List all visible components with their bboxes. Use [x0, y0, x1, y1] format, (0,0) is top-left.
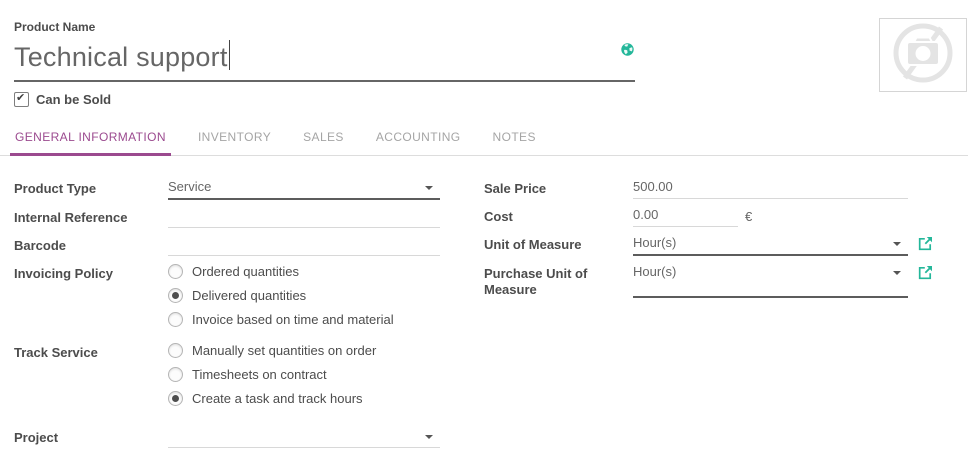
product-name-label: Product Name [14, 20, 968, 34]
external-link-icon[interactable] [918, 236, 933, 251]
unit-of-measure-select[interactable]: Hour(s) [633, 235, 908, 256]
radio-button[interactable] [168, 391, 183, 406]
unit-of-measure-row: Unit of Measure Hour(s) [484, 235, 950, 256]
barcode-input[interactable] [168, 236, 440, 256]
radio-label: Manually set quantities on order [192, 344, 376, 358]
product-form-page: Product Name Technical support Can be So… [0, 0, 968, 463]
tab-general-information[interactable]: GENERAL INFORMATION [10, 121, 171, 156]
radio-label: Create a task and track hours [192, 392, 363, 406]
sale-price-label: Sale Price [484, 179, 633, 199]
external-link-icon[interactable] [918, 265, 933, 280]
radio-button[interactable] [168, 312, 183, 327]
notebook-tabs: GENERAL INFORMATION INVENTORY SALES ACCO… [0, 121, 968, 156]
radio-option-timesheets-on-contract[interactable]: Timesheets on contract [168, 367, 440, 382]
purchase-unit-of-measure-row: Purchase Unit of Measure Hour(s) [484, 264, 950, 298]
barcode-label: Barcode [14, 236, 168, 256]
radio-option-invoice-time-material[interactable]: Invoice based on time and material [168, 312, 440, 327]
project-label: Project [14, 428, 168, 448]
radio-label: Invoice based on time and material [192, 313, 394, 327]
tab-inventory[interactable]: INVENTORY [193, 121, 276, 156]
product-type-select[interactable]: Service [168, 179, 440, 200]
track-service-label: Track Service [14, 343, 168, 415]
cost-input[interactable]: 0.00 [633, 207, 738, 227]
radio-button[interactable] [168, 264, 183, 279]
product-type-row: Product Type Service [14, 179, 440, 200]
barcode-row: Barcode [14, 236, 440, 256]
product-type-label: Product Type [14, 179, 168, 200]
cost-label: Cost [484, 207, 633, 227]
internal-reference-row: Internal Reference [14, 208, 440, 228]
cost-row: Cost 0.00 € [484, 207, 950, 227]
radio-label: Delivered quantities [192, 289, 306, 303]
invoicing-policy-row: Invoicing Policy Ordered quantities Deli… [14, 264, 440, 336]
product-name-input[interactable]: Technical support [14, 37, 635, 82]
general-information-panel: Product Type Service Internal Reference … [0, 156, 968, 456]
caret-down-icon [893, 242, 901, 246]
purchase-unit-of-measure-label: Purchase Unit of Measure [484, 264, 633, 298]
can-be-sold-checkbox[interactable] [14, 92, 29, 107]
text-cursor [229, 40, 231, 70]
invoicing-policy-radio-group: Ordered quantities Delivered quantities … [168, 264, 440, 336]
radio-label: Ordered quantities [192, 265, 299, 279]
can-be-sold-label: Can be Sold [36, 92, 111, 107]
product-name-value: Technical support [14, 42, 228, 72]
track-service-row: Track Service Manually set quantities on… [14, 343, 440, 415]
track-service-radio-group: Manually set quantities on order Timeshe… [168, 343, 440, 415]
radio-button[interactable] [168, 367, 183, 382]
caret-down-icon [893, 271, 901, 275]
internal-reference-label: Internal Reference [14, 208, 168, 228]
invoicing-policy-label: Invoicing Policy [14, 264, 168, 336]
left-column: Product Type Service Internal Reference … [14, 179, 440, 456]
translate-globe-icon[interactable] [621, 43, 634, 56]
radio-button[interactable] [168, 343, 183, 358]
radio-option-create-task-track-hours[interactable]: Create a task and track hours [168, 391, 440, 406]
radio-option-delivered-quantities[interactable]: Delivered quantities [168, 288, 440, 303]
caret-down-icon [425, 435, 433, 439]
currency-label: € [745, 207, 752, 227]
caret-down-icon [425, 186, 433, 190]
purchase-unit-of-measure-select[interactable]: Hour(s) [633, 264, 908, 298]
camera-slash-icon [881, 18, 965, 93]
radio-label: Timesheets on contract [192, 368, 327, 382]
tab-accounting[interactable]: ACCOUNTING [371, 121, 466, 156]
product-image-placeholder[interactable] [879, 18, 967, 92]
right-column: Sale Price 500.00 Cost 0.00 € Unit of Me… [484, 179, 950, 456]
radio-option-manually-set-quantities[interactable]: Manually set quantities on order [168, 343, 440, 358]
project-row: Project [14, 428, 440, 448]
sale-price-row: Sale Price 500.00 [484, 179, 950, 199]
sale-price-input[interactable]: 500.00 [633, 179, 908, 199]
tab-notes[interactable]: NOTES [488, 121, 541, 156]
internal-reference-input[interactable] [168, 208, 440, 228]
tab-sales[interactable]: SALES [298, 121, 349, 156]
unit-of-measure-label: Unit of Measure [484, 235, 633, 256]
radio-button[interactable] [168, 288, 183, 303]
radio-option-ordered-quantities[interactable]: Ordered quantities [168, 264, 440, 279]
header: Product Name Technical support Can be So… [0, 0, 968, 107]
project-select[interactable] [168, 428, 440, 448]
